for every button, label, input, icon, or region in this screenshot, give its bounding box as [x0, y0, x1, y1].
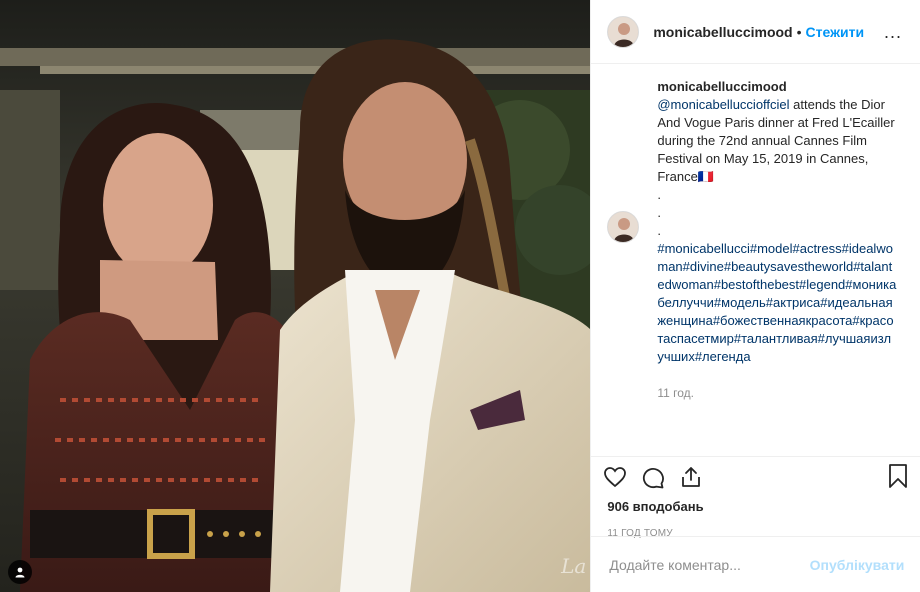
avatar[interactable] [607, 211, 640, 243]
follow-button[interactable]: Стежити [806, 24, 865, 40]
avatar[interactable] [607, 15, 640, 48]
user-tag-icon[interactable] [8, 560, 32, 584]
post-sidebar: monicabelluccimood • Стежити ... monicab… [590, 0, 920, 592]
instagram-post: La monicabelluccimood • Стежити ... moni… [0, 0, 920, 592]
more-options-icon[interactable]: ... [884, 22, 902, 43]
caption-dot: . [657, 205, 661, 220]
comment-input[interactable] [607, 555, 810, 574]
post-photo[interactable]: La [0, 0, 591, 592]
action-bar [591, 456, 920, 497]
share-icon[interactable] [679, 465, 703, 489]
publish-button[interactable]: Опублікувати [810, 557, 905, 573]
hashtags-link[interactable]: #monicabellucci#model#actress#idealwoman… [657, 241, 896, 364]
mention-link[interactable]: @monicabelluccioffciel [657, 97, 789, 112]
caption-username[interactable]: monicabelluccimood [657, 78, 897, 96]
caption-row: monicabelluccimood @monicabelluccioffciel… [607, 78, 904, 402]
author-username[interactable]: monicabelluccimood [653, 24, 792, 40]
caption-dot: . [657, 187, 661, 202]
separator-dot: • [796, 23, 802, 40]
bookmark-icon[interactable] [886, 463, 910, 494]
caption-time[interactable]: 11 год. [657, 384, 897, 402]
caption-dot: . [657, 223, 661, 238]
add-comment-bar: Опублікувати [591, 536, 920, 592]
photo-watermark: La [561, 554, 587, 578]
likes-count[interactable]: 906 вподобань [591, 499, 920, 514]
comments-section[interactable]: monicabelluccimood @monicabelluccioffciel… [591, 64, 920, 456]
photo-illustration [0, 0, 591, 592]
post-header: monicabelluccimood • Стежити ... [591, 0, 920, 64]
caption: monicabelluccimood @monicabelluccioffciel… [657, 78, 897, 402]
flag-emoji: 🇫🇷 [697, 169, 715, 184]
comment-icon[interactable] [641, 465, 665, 489]
heart-icon[interactable] [603, 465, 627, 489]
